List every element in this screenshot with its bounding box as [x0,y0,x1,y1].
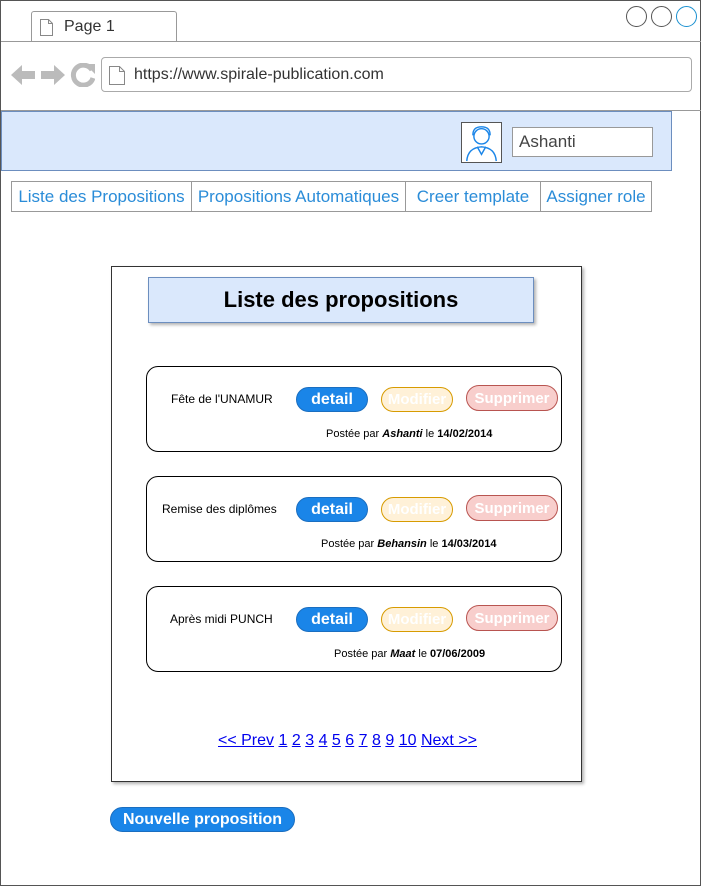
nav-controls [11,63,95,87]
user-avatar-icon[interactable] [461,122,502,163]
reload-icon[interactable] [70,63,95,87]
browser-window: Page 1 https://www.spirale-publication.c… [0,0,701,886]
supprimer-button[interactable]: Supprimer [466,605,558,631]
proposition-date: 07/06/2009 [430,648,486,660]
page-link-1[interactable]: 1 [278,732,287,749]
nav-item-liste-propositions[interactable]: Liste des Propositions [11,181,192,212]
page-link-6[interactable]: 6 [345,732,354,749]
next-page-link[interactable]: Next >> [421,732,477,749]
supprimer-button[interactable]: Supprimer [466,385,558,411]
page-link-3[interactable]: 3 [305,732,314,749]
proposition-meta: Postée par Ashanti le 14/02/2014 [147,428,563,440]
window-minimize-button[interactable] [626,6,647,27]
detail-button[interactable]: detail [296,497,368,522]
page-title: Liste des propositions [148,277,534,323]
proposition-date: 14/02/2014 [437,428,493,440]
proposition-author: Ashanti [382,428,423,440]
posted-on: le [429,538,439,550]
page-link-9[interactable]: 9 [385,732,394,749]
proposition-meta: Postée par Maat le 07/06/2009 [147,648,563,660]
supprimer-button[interactable]: Supprimer [466,495,558,521]
page-link-7[interactable]: 7 [359,732,368,749]
page-link-5[interactable]: 5 [332,732,341,749]
detail-button[interactable]: detail [296,607,368,632]
document-icon [109,66,125,85]
window-close-button[interactable] [676,6,697,27]
address-bar[interactable]: https://www.spirale-publication.com [101,57,692,92]
propositions-panel: Liste des propositions Fête de l'UNAMUR … [111,266,582,782]
posted-on: le [418,648,427,660]
modifier-button[interactable]: Modifier [381,607,453,632]
posted-prefix: Postée par [334,648,388,660]
proposition-card: Après midi PUNCH detail Modifier Supprim… [146,586,562,672]
proposition-title: Remise des diplômes [162,502,277,516]
proposition-date: 14/03/2014 [441,538,497,550]
new-proposition-button[interactable]: Nouvelle proposition [110,807,295,832]
nav-item-assigner-role[interactable]: Assigner role [540,181,652,212]
document-icon [40,19,53,36]
proposition-title: Après midi PUNCH [170,612,273,626]
browser-tab[interactable]: Page 1 [31,11,177,42]
page-link-4[interactable]: 4 [319,732,328,749]
modifier-button[interactable]: Modifier [381,387,453,412]
username-field[interactable]: Ashanti [512,127,653,157]
arrow-left-icon[interactable] [11,65,35,85]
nav-item-creer-template[interactable]: Creer template [405,181,541,212]
url-text: https://www.spirale-publication.com [134,66,384,83]
pagination: << Prev 1 2 3 4 5 6 7 8 9 10 Next >> [112,732,583,750]
posted-prefix: Postée par [326,428,380,440]
page-link-10[interactable]: 10 [399,732,417,749]
main-nav: Liste des Propositions Propositions Auto… [11,181,652,212]
proposition-title: Fête de l'UNAMUR [171,392,273,406]
detail-button[interactable]: detail [296,387,368,412]
prev-page-link[interactable]: << Prev [218,732,274,749]
page-link-8[interactable]: 8 [372,732,381,749]
proposition-meta: Postée par Behansin le 14/03/2014 [147,538,563,550]
arrow-right-icon[interactable] [41,65,65,85]
tab-label: Page 1 [64,18,115,35]
page-link-2[interactable]: 2 [292,732,301,749]
posted-prefix: Postée par [321,538,375,550]
proposition-card: Fête de l'UNAMUR detail Modifier Supprim… [146,366,562,452]
nav-item-propositions-automatiques[interactable]: Propositions Automatiques [191,181,406,212]
proposition-card: Remise des diplômes detail Modifier Supp… [146,476,562,562]
proposition-author: Behansin [377,538,427,550]
posted-on: le [425,428,435,440]
window-maximize-button[interactable] [651,6,672,27]
app-header: Ashanti [1,111,672,171]
modifier-button[interactable]: Modifier [381,497,453,522]
tab-divider [1,41,701,42]
proposition-author: Maat [390,648,416,660]
